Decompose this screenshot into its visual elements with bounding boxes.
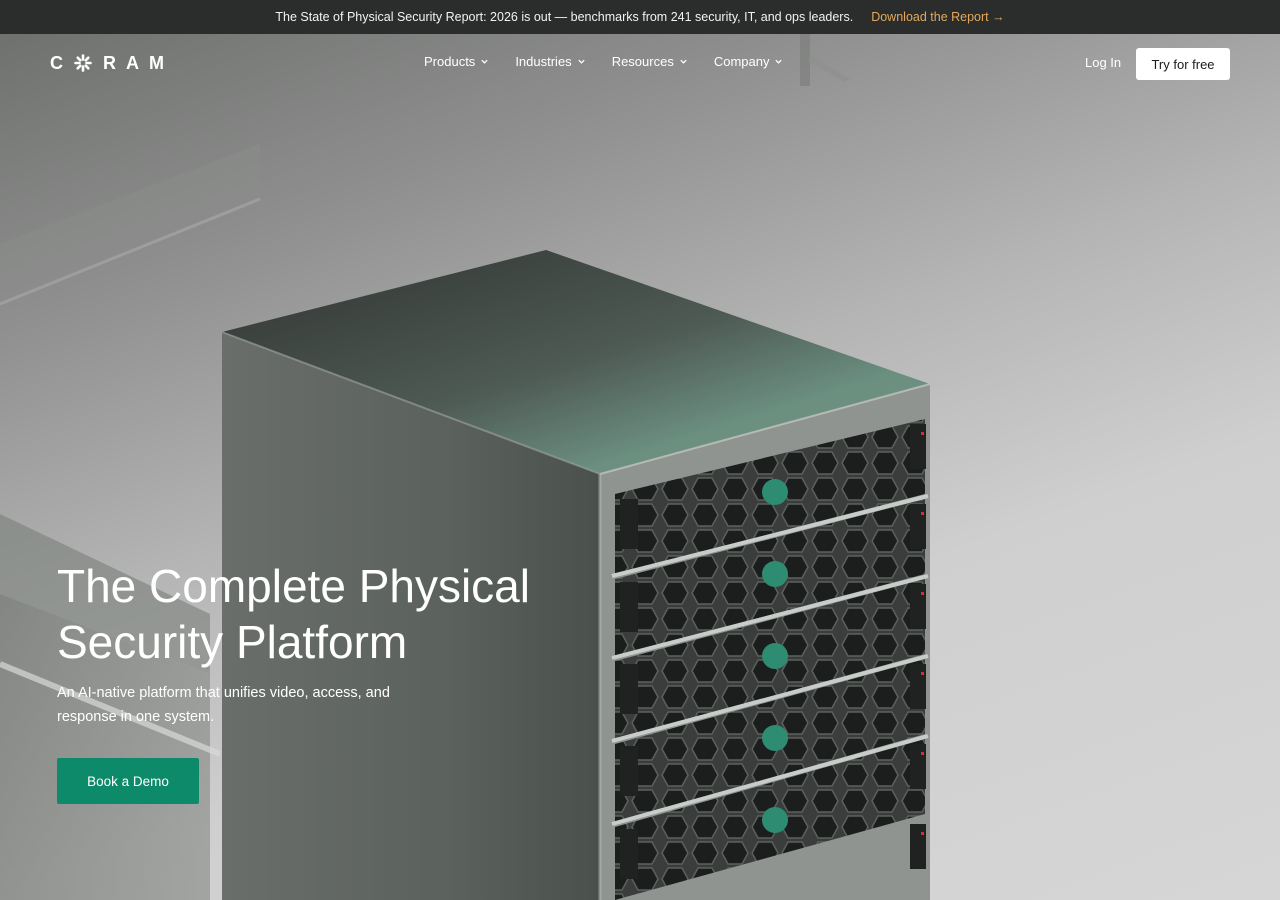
announcement-bar: The State of Physical Security Report: 2… xyxy=(0,0,1280,34)
login-link[interactable]: Log In xyxy=(1085,55,1121,70)
chevron-down-icon xyxy=(481,59,488,64)
main-nav: C R A M Products Industries Resources Co… xyxy=(0,34,1280,92)
hero-subtitle: An AI-native platform that unifies video… xyxy=(57,685,390,725)
nav-item-label: Company xyxy=(713,54,770,69)
nav-item-label: Products xyxy=(424,54,476,69)
chevron-down-icon xyxy=(775,59,783,64)
hero-title: The Complete Physical Security Platform xyxy=(57,560,530,668)
coram-burst-icon xyxy=(74,54,92,72)
nav-item-products[interactable]: Products xyxy=(424,54,489,69)
try-for-free-button[interactable]: Try for free xyxy=(1136,48,1230,80)
nav-item-label: Resources xyxy=(611,54,674,69)
coram-logo[interactable]: C R A M xyxy=(50,53,164,73)
book-demo-button[interactable]: Book a Demo xyxy=(57,758,199,804)
chevron-down-icon xyxy=(680,59,687,64)
nav-menu: Products Industries Resources Company xyxy=(424,54,783,69)
nav-item-label: Industries xyxy=(515,54,572,69)
download-report-link[interactable]: Download the Report → xyxy=(871,10,1004,24)
nav-item-company[interactable]: Company xyxy=(714,54,784,69)
chevron-down-icon xyxy=(578,59,585,64)
announcement-text: The State of Physical Security Report: 2… xyxy=(275,10,854,24)
logo-letter-c: C xyxy=(50,52,63,73)
nav-item-resources[interactable]: Resources xyxy=(612,54,688,69)
nav-item-industries[interactable]: Industries xyxy=(515,54,585,69)
logo-letters-ram: R A M xyxy=(103,52,164,73)
